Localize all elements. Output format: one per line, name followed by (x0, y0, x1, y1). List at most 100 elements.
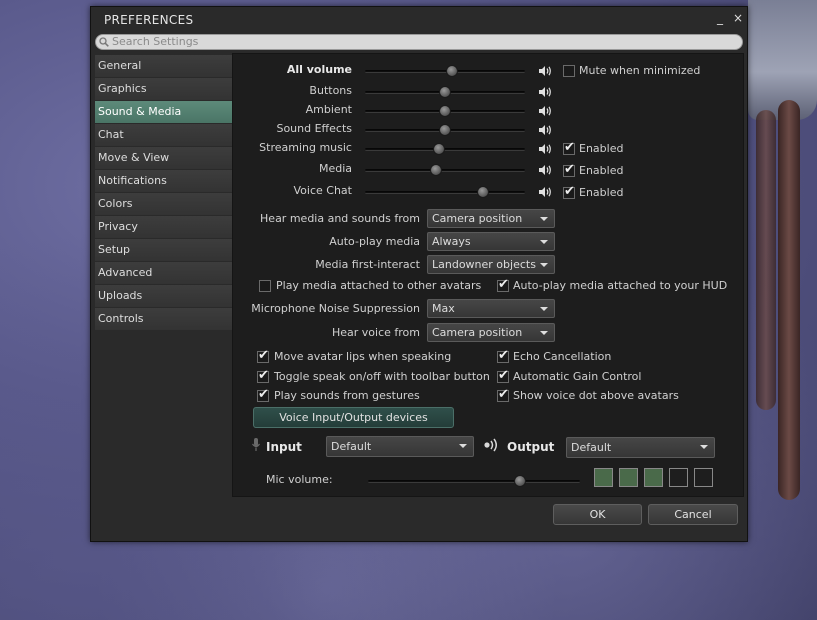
gesture-sounds-checkbox[interactable]: ✔ (257, 388, 269, 402)
speaker-icon[interactable] (538, 86, 552, 98)
sound-effects-slider[interactable] (365, 124, 525, 136)
echo-cancellation-checkbox[interactable]: ✔ (497, 349, 509, 363)
echo-cancellation-label: Echo Cancellation (513, 350, 612, 363)
streaming-enabled-label: Enabled (579, 142, 624, 155)
cancel-button[interactable]: Cancel (648, 504, 738, 525)
autoplay-hud-checkbox[interactable]: ✔ (497, 278, 509, 292)
voice-chat-label: Voice Chat (293, 184, 352, 197)
tab-privacy[interactable]: Privacy (95, 216, 233, 238)
chevron-down-icon (700, 445, 708, 449)
autoplay-media-dropdown[interactable]: Always (427, 232, 555, 251)
title-bar[interactable]: PREFERENCES _ × (91, 7, 747, 31)
tab-graphics[interactable]: Graphics (95, 78, 233, 100)
close-button[interactable]: × (731, 11, 745, 25)
streaming-music-label: Streaming music (259, 141, 352, 154)
voice-enabled-label: Enabled (579, 186, 624, 199)
tab-notifications[interactable]: Notifications (95, 170, 233, 192)
ambient-volume-slider[interactable] (365, 105, 525, 117)
level-bar (669, 468, 688, 487)
all-volume-label: All volume (286, 63, 352, 76)
level-bar (619, 468, 638, 487)
mute-minimized-checkbox[interactable] (563, 65, 575, 77)
speaker-icon[interactable] (538, 143, 552, 155)
hear-voice-dropdown[interactable]: Camera position (427, 323, 555, 342)
preferences-window: PREFERENCES _ × Search Settings General … (90, 6, 748, 542)
streaming-enabled-checkbox[interactable]: ✔ (563, 141, 575, 155)
hear-media-value: Camera position (432, 212, 523, 225)
voice-dot-checkbox[interactable]: ✔ (497, 388, 509, 402)
media-first-interact-dropdown[interactable]: Landowner objects (427, 255, 555, 274)
gesture-sounds-label: Play sounds from gestures (274, 389, 420, 402)
all-volume-slider[interactable] (365, 65, 525, 77)
sidebar: General Graphics Sound & Media Chat Move… (95, 55, 233, 331)
chevron-down-icon (540, 240, 548, 244)
ok-button[interactable]: OK (553, 504, 642, 525)
autoplay-hud-label: Auto-play media attached to your HUD (513, 279, 728, 292)
hear-voice-value: Camera position (432, 326, 523, 339)
voice-devices-button[interactable]: Voice Input/Output devices (253, 407, 454, 428)
speaker-icon[interactable] (538, 105, 552, 117)
tab-sound-media[interactable]: Sound & Media (95, 101, 233, 123)
noise-suppression-dropdown[interactable]: Max (427, 299, 555, 318)
play-attached-media-checkbox[interactable] (259, 280, 271, 292)
tab-uploads[interactable]: Uploads (95, 285, 233, 307)
speaker-icon[interactable] (538, 65, 552, 77)
media-first-interact-value: Landowner objects (432, 258, 536, 271)
mic-volume-label: Mic volume: (266, 473, 333, 486)
mute-minimized-label: Mute when minimized (579, 64, 701, 77)
autoplay-media-label: Auto-play media (329, 235, 420, 248)
move-lips-label: Move avatar lips when speaking (274, 350, 452, 363)
chevron-down-icon (540, 307, 548, 311)
mic-volume-slider[interactable] (368, 475, 580, 487)
sound-media-panel: All volume Mute when minimized Buttons A… (232, 53, 744, 497)
output-device-value: Default (571, 441, 612, 454)
media-enabled-checkbox[interactable]: ✔ (563, 163, 575, 177)
speaker-icon[interactable] (538, 164, 552, 176)
output-label: Output (507, 440, 555, 454)
input-label: Input (266, 440, 302, 454)
chevron-down-icon (540, 263, 548, 267)
level-bar (644, 468, 663, 487)
output-device-dropdown[interactable]: Default (566, 437, 715, 458)
search-input[interactable]: Search Settings (95, 34, 743, 50)
tab-advanced[interactable]: Advanced (95, 262, 233, 284)
auto-gain-checkbox[interactable]: ✔ (497, 369, 509, 383)
voice-dot-label: Show voice dot above avatars (513, 389, 679, 402)
noise-suppression-value: Max (432, 302, 455, 315)
hear-media-label: Hear media and sounds from (260, 212, 420, 225)
buttons-volume-slider[interactable] (365, 86, 525, 98)
hear-voice-label: Hear voice from (331, 326, 420, 339)
mic-level-meter (594, 468, 714, 487)
voice-chat-slider[interactable] (365, 186, 525, 198)
search-icon (99, 37, 109, 47)
tab-general[interactable]: General (95, 55, 233, 77)
buttons-volume-label: Buttons (309, 84, 352, 97)
tab-controls[interactable]: Controls (95, 308, 233, 330)
tab-colors[interactable]: Colors (95, 193, 233, 215)
sound-effects-label: Sound Effects (276, 122, 352, 135)
avatar-figure (748, 0, 817, 500)
chevron-down-icon (459, 444, 467, 448)
level-bar (594, 468, 613, 487)
autoplay-media-value: Always (432, 235, 471, 248)
toggle-speak-label: Toggle speak on/off with toolbar button (274, 370, 490, 383)
input-device-dropdown[interactable]: Default (326, 436, 474, 457)
streaming-music-slider[interactable] (365, 143, 525, 155)
tab-move-view[interactable]: Move & View (95, 147, 233, 169)
hear-media-dropdown[interactable]: Camera position (427, 209, 555, 228)
microphone-icon (252, 438, 260, 451)
tab-setup[interactable]: Setup (95, 239, 233, 261)
chevron-down-icon (540, 331, 548, 335)
move-lips-checkbox[interactable]: ✔ (257, 349, 269, 363)
media-volume-slider[interactable] (365, 164, 525, 176)
tab-chat[interactable]: Chat (95, 124, 233, 146)
speaker-icon[interactable] (538, 124, 552, 136)
toggle-speak-checkbox[interactable]: ✔ (257, 369, 269, 383)
voice-enabled-checkbox[interactable]: ✔ (563, 185, 575, 199)
media-enabled-label: Enabled (579, 164, 624, 177)
speaker-icon[interactable] (538, 186, 552, 198)
ambient-volume-label: Ambient (305, 103, 352, 116)
minimize-button[interactable]: _ (713, 11, 727, 25)
play-attached-media-label: Play media attached to other avatars (276, 279, 482, 292)
media-first-interact-label: Media first-interact (315, 258, 420, 271)
